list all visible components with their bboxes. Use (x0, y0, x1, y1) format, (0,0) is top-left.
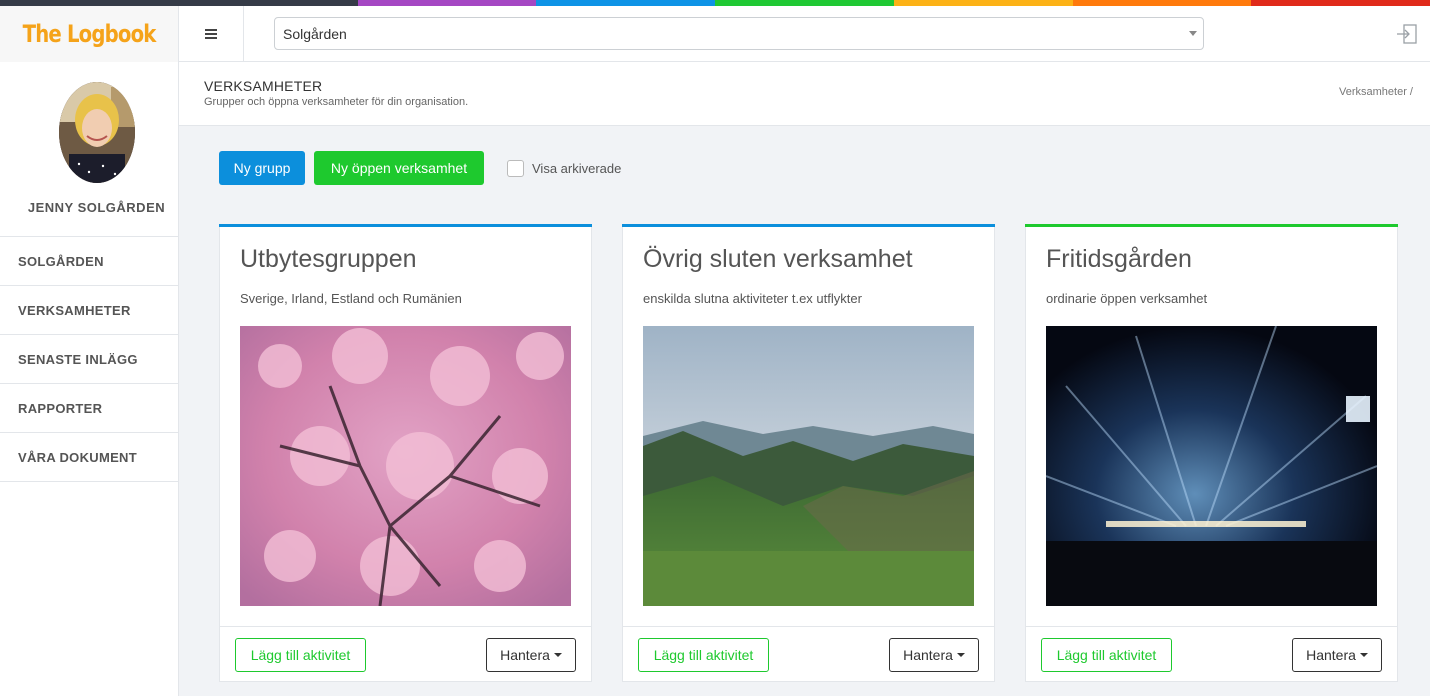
organization-select[interactable]: Solgården (274, 17, 1204, 50)
card-accent-line (1025, 224, 1398, 227)
add-activity-button[interactable]: Lägg till aktivitet (638, 638, 769, 672)
card-accent-line (219, 224, 592, 227)
add-activity-button[interactable]: Lägg till aktivitet (1041, 638, 1172, 672)
manage-label: Hantera (500, 647, 550, 663)
card-description: Sverige, Irland, Estland och Rumänien (240, 291, 462, 306)
top-header: The Logbook Solgården (0, 6, 1430, 62)
sidebar-item-vara-dokument[interactable]: VÅRA DOKUMENT (0, 433, 178, 482)
card-title[interactable]: Utbytesgruppen (240, 245, 417, 274)
show-archived-checkbox[interactable] (507, 160, 524, 177)
manage-dropdown-button[interactable]: Hantera (1292, 638, 1382, 672)
new-open-activity-button[interactable]: Ny öppen verksamhet (314, 151, 484, 185)
add-activity-button[interactable]: Lägg till aktivitet (235, 638, 366, 672)
caret-down-icon (553, 653, 562, 657)
page-header: VERKSAMHETER Grupper och öppna verksamhe… (179, 62, 1430, 126)
card-footer: Lägg till aktivitet Hantera (623, 626, 994, 682)
avatar-photo (59, 82, 135, 183)
page-title: VERKSAMHETER (204, 78, 323, 94)
sidebar-item-rapporter[interactable]: RAPPORTER (0, 384, 178, 433)
sidebar: JENNY SOLGÅRDEN SOLGÅRDEN VERKSAMHETER S… (0, 62, 179, 696)
card-description: enskilda slutna aktiviteter t.ex utflykt… (643, 291, 862, 306)
card-footer: Lägg till aktivitet Hantera (220, 626, 591, 682)
sidebar-item-solgarden[interactable]: SOLGÅRDEN (0, 237, 178, 286)
manage-dropdown-button[interactable]: Hantera (889, 638, 979, 672)
manage-dropdown-button[interactable]: Hantera (486, 638, 576, 672)
logo-area[interactable]: The Logbook (0, 6, 179, 62)
card-title[interactable]: Fritidsgården (1046, 245, 1192, 274)
activity-card: Fritidsgården ordinarie öppen verksamhet… (1025, 224, 1398, 682)
activity-card: Utbytesgruppen Sverige, Irland, Estland … (219, 224, 592, 682)
show-archived-label[interactable]: Visa arkiverade (532, 161, 621, 176)
menu-toggle-button[interactable] (179, 6, 244, 62)
card-image-concert-lights[interactable] (1046, 326, 1377, 606)
card-image-green-mountains[interactable] (643, 326, 974, 606)
user-name: JENNY SOLGÅRDEN (27, 200, 166, 215)
card-title[interactable]: Övrig sluten verksamhet (643, 245, 913, 274)
page-subtitle: Grupper och öppna verksamheter för din o… (204, 96, 469, 108)
caret-down-icon (956, 653, 965, 657)
sidebar-nav: SOLGÅRDEN VERKSAMHETER SENASTE INLÄGG RA… (0, 236, 178, 482)
card-accent-line (622, 224, 995, 227)
sidebar-item-senaste-inlagg[interactable]: SENASTE INLÄGG (0, 335, 178, 384)
avatar[interactable] (59, 82, 135, 183)
breadcrumb[interactable]: Verksamheter / (1339, 86, 1413, 98)
manage-label: Hantera (1306, 647, 1356, 663)
chevron-down-icon (1189, 31, 1197, 36)
caret-down-icon (1359, 653, 1368, 657)
organization-select-value: Solgården (283, 25, 347, 42)
sidebar-item-verksamheter[interactable]: VERKSAMHETER (0, 286, 178, 335)
card-footer: Lägg till aktivitet Hantera (1026, 626, 1397, 682)
manage-label: Hantera (903, 647, 953, 663)
card-image-cherry-blossom[interactable] (240, 326, 571, 606)
activity-card: Övrig sluten verksamhet enskilda slutna … (622, 224, 995, 682)
logo[interactable]: The Logbook (23, 20, 157, 48)
card-description: ordinarie öppen verksamhet (1046, 291, 1208, 306)
hamburger-icon (205, 33, 217, 35)
new-group-button[interactable]: Ny grupp (219, 151, 305, 185)
logout-icon[interactable] (1396, 24, 1418, 44)
